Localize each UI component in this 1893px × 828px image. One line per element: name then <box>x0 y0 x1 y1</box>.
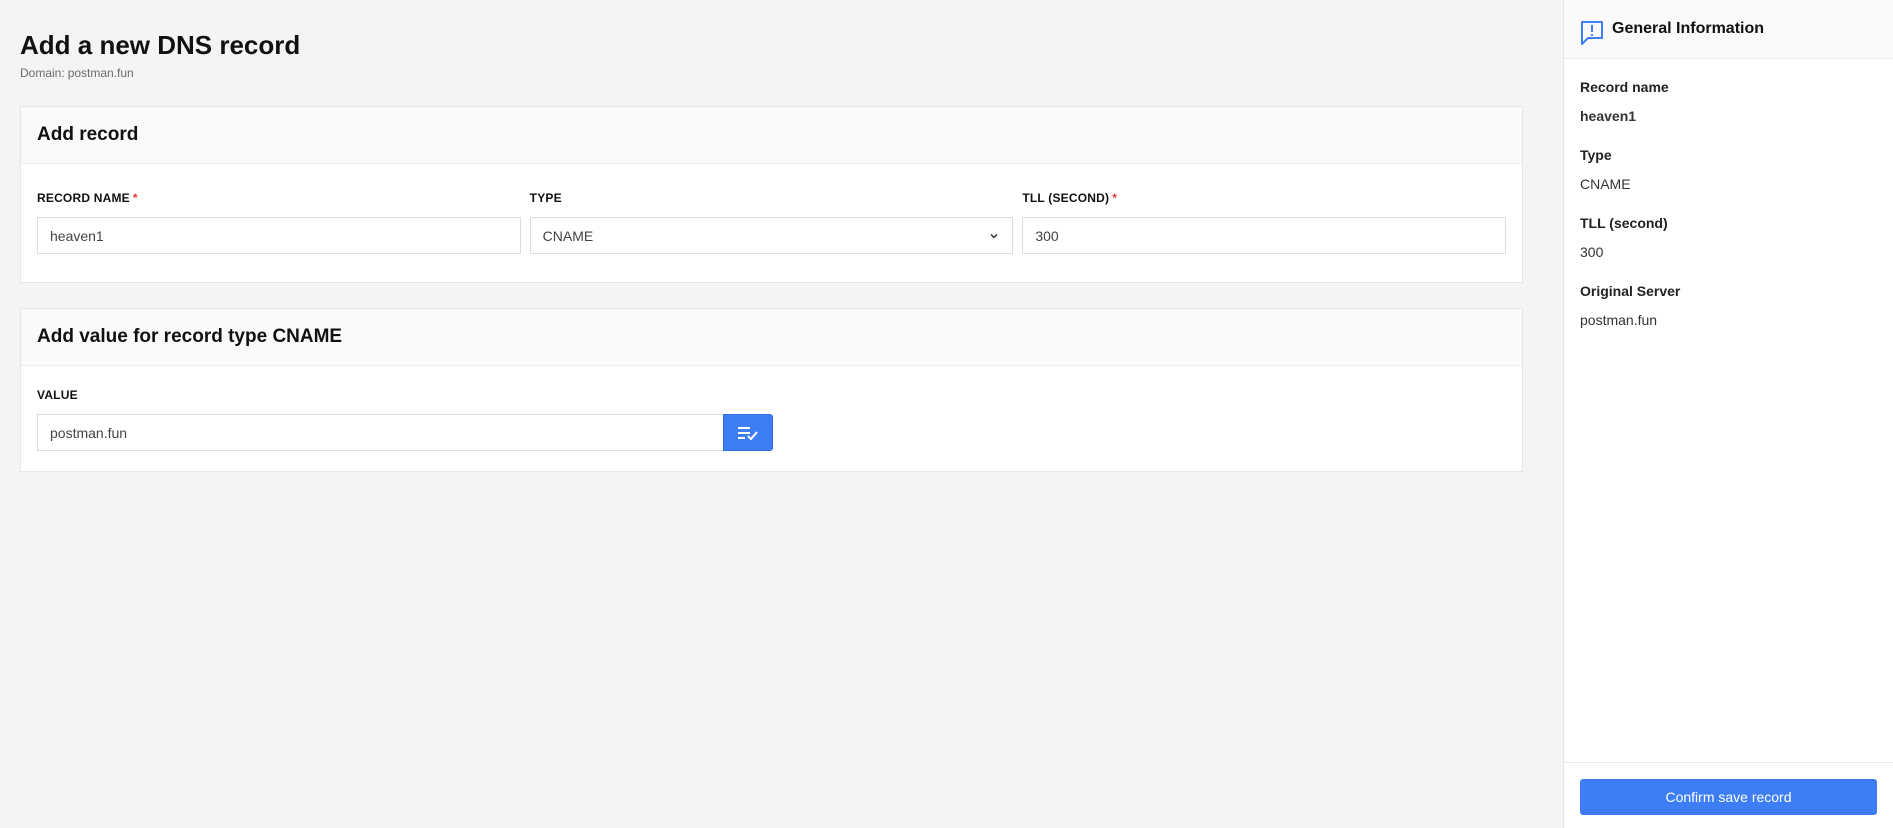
add-value-header: Add value for record type CNAME <box>21 309 1522 366</box>
info-label: Type <box>1580 147 1612 163</box>
info-value: 300 <box>1580 244 1604 260</box>
value-input[interactable]: postman.fun <box>37 414 723 451</box>
type-label: TYPE <box>529 191 562 205</box>
info-value: heaven1 <box>1580 108 1637 124</box>
add-record-card: Add record RECORD NAME * heaven1 TYPE CNA… <box>20 106 1523 283</box>
type-select[interactable]: CNAME <box>529 217 1014 254</box>
ttl-label-text: TLL (SECOND) <box>1022 191 1110 205</box>
value-label: VALUE <box>37 388 78 402</box>
info-type: Type CNAME <box>1580 147 1877 192</box>
main-content: Add a new DNS record Domain: postman.fun … <box>0 0 1563 828</box>
info-label: TLL (second) <box>1580 215 1668 231</box>
side-title: General Information <box>1612 20 1765 37</box>
add-value-title: Add value for record type CNAME <box>37 326 343 347</box>
value-section: VALUE postman.fun <box>21 366 1522 451</box>
general-info-panel: General Information Record name heaven1 … <box>1563 0 1893 828</box>
info-label: Original Server <box>1580 283 1681 299</box>
info-label: Record name <box>1580 79 1669 95</box>
record-name-input[interactable]: heaven1 <box>37 217 521 254</box>
info-value: postman.fun <box>1580 312 1658 328</box>
domain-label: Domain: <box>20 66 65 80</box>
side-header: General Information <box>1564 0 1893 59</box>
required-mark: * <box>132 191 138 205</box>
info-ttl: TLL (second) 300 <box>1580 215 1877 260</box>
alert-message-icon <box>1581 21 1603 45</box>
record-name-label: RECORD NAME * <box>37 191 521 205</box>
page-title: Add a new DNS record <box>20 30 301 60</box>
ttl-field: TLL (SECOND) * 300 <box>1022 191 1507 254</box>
add-record-title: Add record <box>37 124 139 145</box>
value-row: postman.fun <box>37 414 1506 451</box>
record-name-field: RECORD NAME * heaven1 <box>37 191 521 254</box>
info-list: Record name heaven1 Type CNAME TLL (seco… <box>1564 59 1893 328</box>
info-record-name: Record name heaven1 <box>1580 79 1877 124</box>
record-fields: RECORD NAME * heaven1 TYPE CNAME TLL (SEC… <box>21 164 1522 254</box>
ttl-label: TLL (SECOND) * <box>1022 191 1506 205</box>
chevron-down-icon <box>990 233 998 239</box>
type-select-value: CNAME <box>542 227 594 244</box>
info-original-server: Original Server postman.fun <box>1580 283 1877 328</box>
ttl-input[interactable]: 300 <box>1022 217 1507 254</box>
list-check-icon <box>738 426 758 440</box>
type-field: TYPE CNAME <box>529 191 1014 254</box>
required-mark: * <box>1112 191 1118 205</box>
record-name-label-text: RECORD NAME <box>37 191 130 205</box>
confirm-save-button[interactable]: Confirm save record <box>1580 779 1877 815</box>
add-record-header: Add record <box>21 107 1522 164</box>
domain-subtitle: Domain: postman.fun <box>20 66 1543 80</box>
value-action-button[interactable] <box>723 414 773 451</box>
add-value-card: Add value for record type CNAME VALUE po… <box>20 308 1523 472</box>
side-footer: Confirm save record <box>1564 762 1893 828</box>
info-value: CNAME <box>1580 176 1631 192</box>
domain-value: postman.fun <box>67 66 134 80</box>
